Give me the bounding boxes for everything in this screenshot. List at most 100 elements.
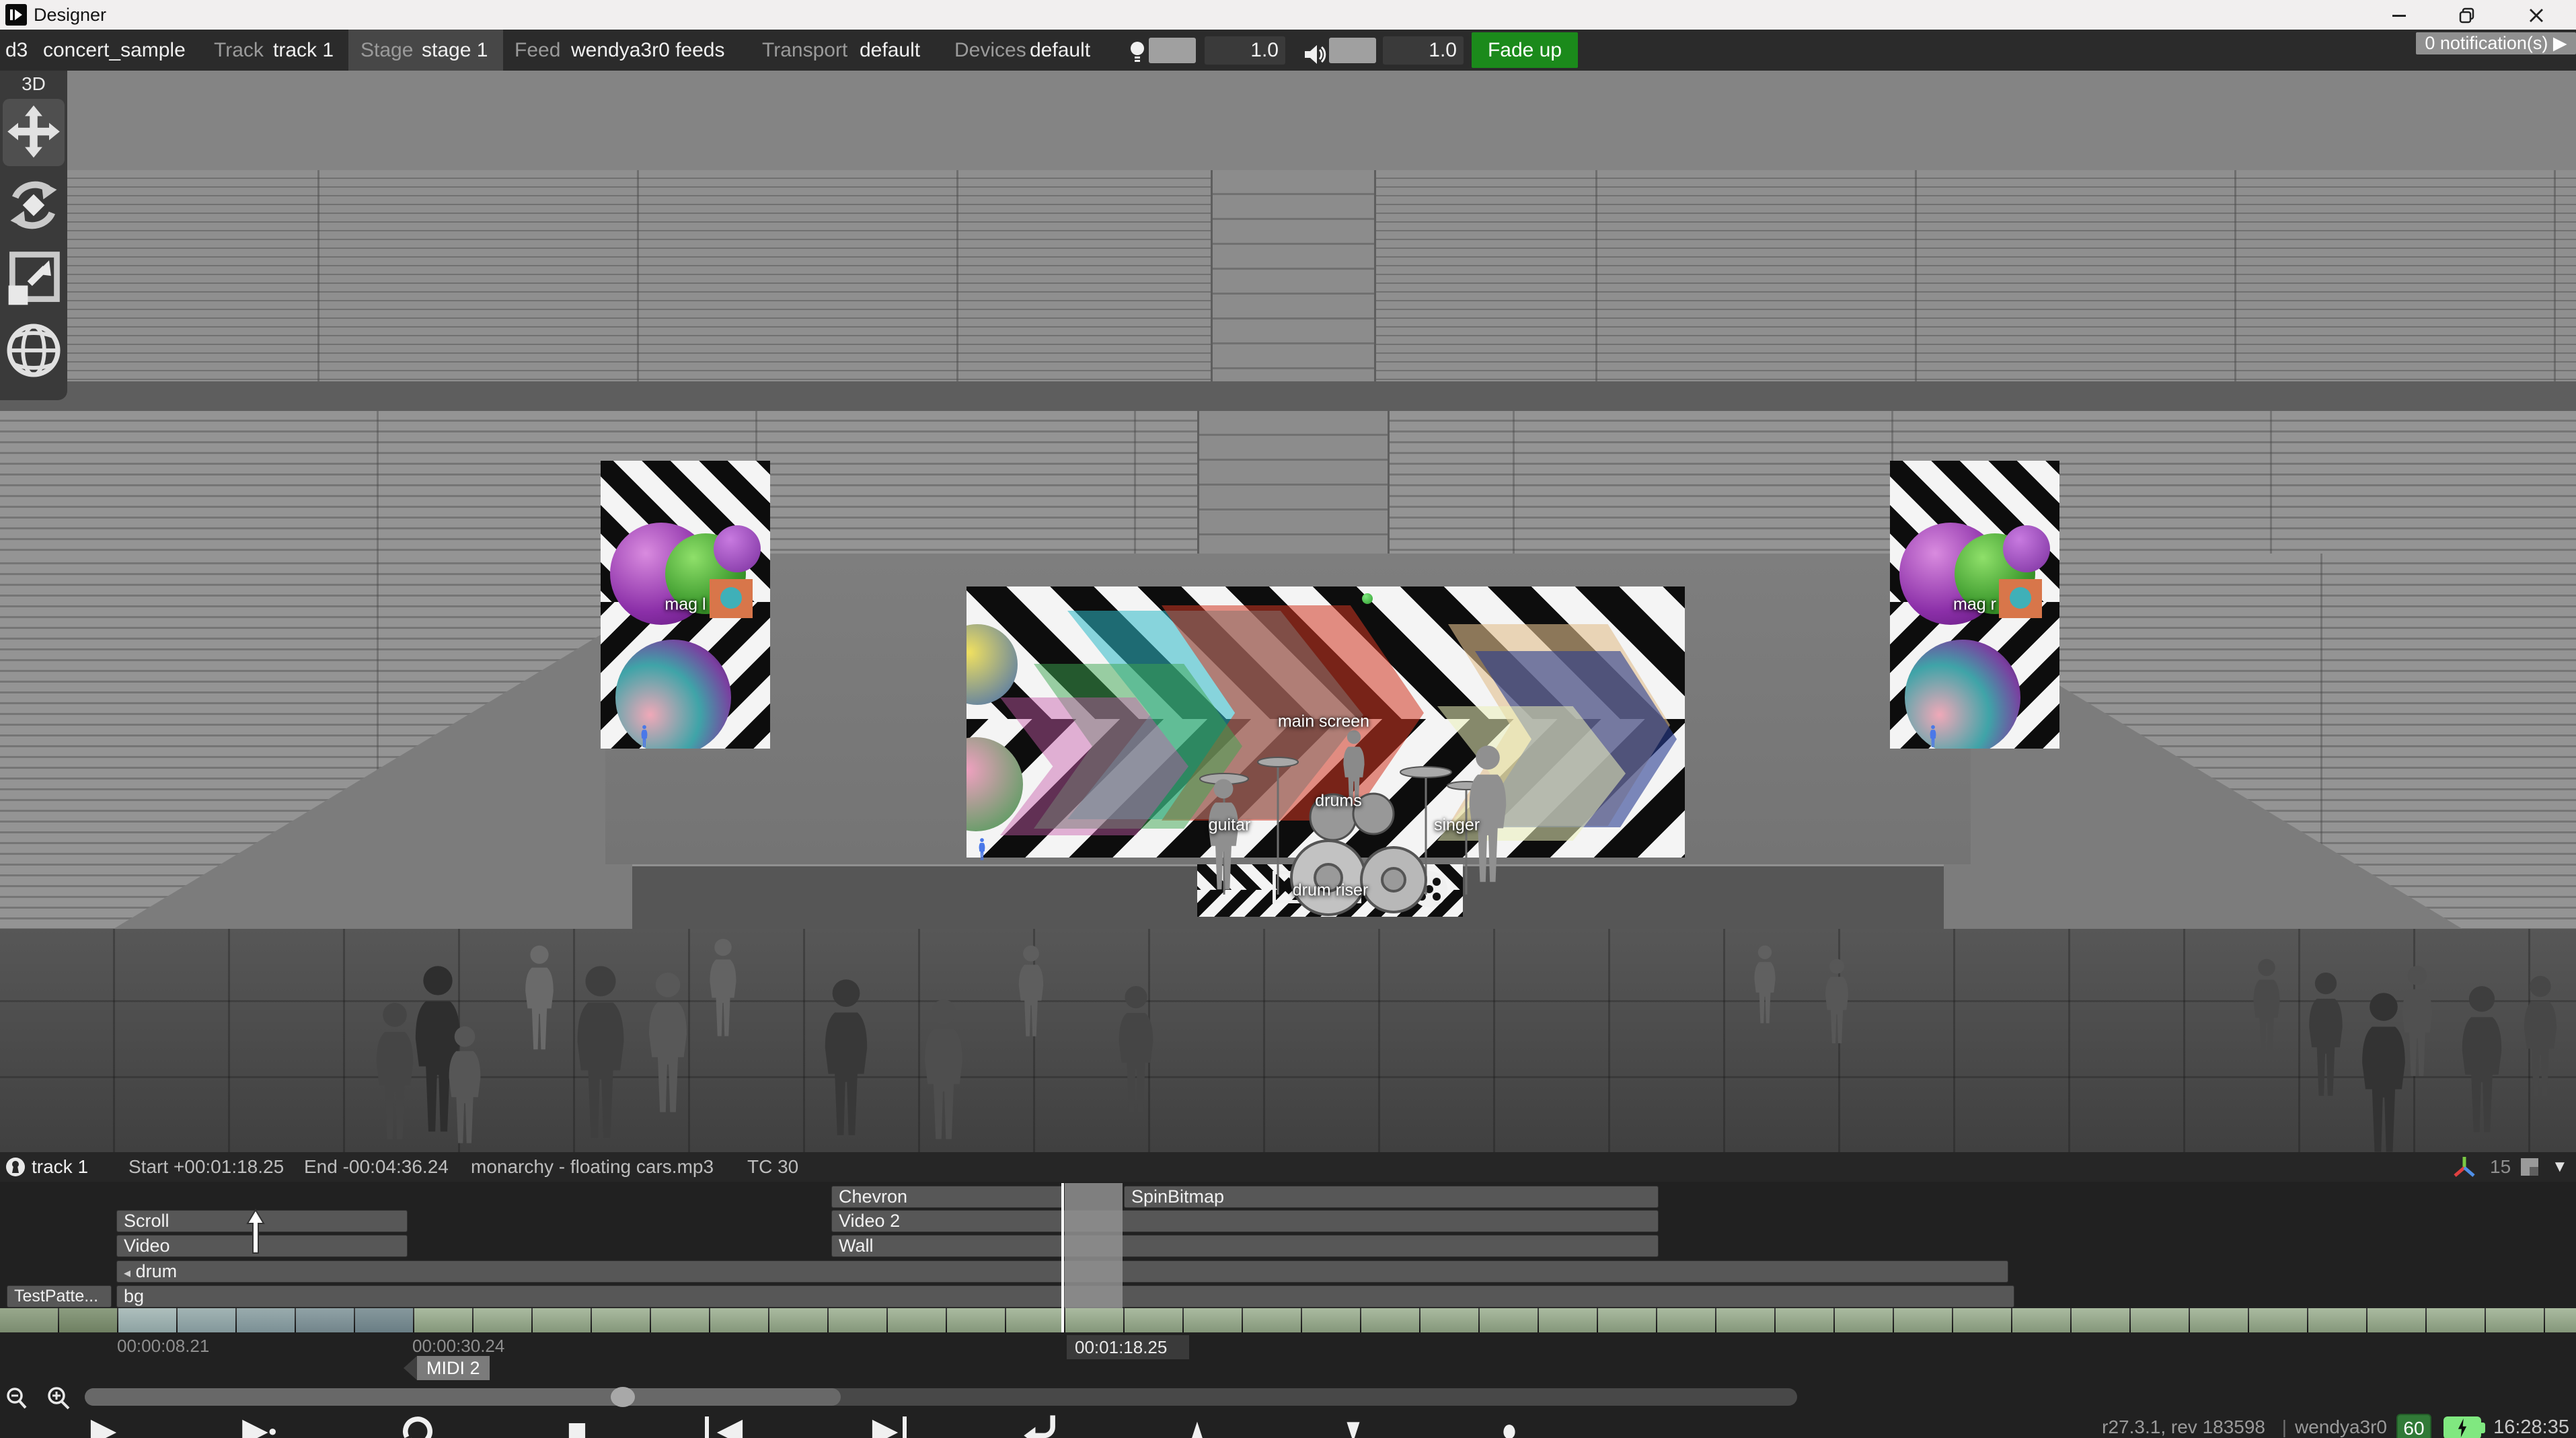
ruler-segment <box>237 1308 295 1332</box>
timeline-scrollbar[interactable] <box>85 1388 1797 1406</box>
test-sphere <box>2003 525 2050 572</box>
midi-tag-label: MIDI 2 <box>417 1356 490 1380</box>
loop-icon <box>398 1411 439 1438</box>
volume-slider[interactable] <box>1329 38 1376 63</box>
fade-up-button[interactable]: Fade up <box>1472 32 1578 68</box>
d3-menu[interactable]: d3 <box>5 30 28 71</box>
brightness-value[interactable]: 1.0 <box>1205 36 1285 65</box>
scale-icon <box>3 244 65 311</box>
timecode-ruler[interactable] <box>0 1308 2576 1332</box>
ruler-tick-label: 00:00:30.24 <box>412 1336 504 1357</box>
venue-ceiling <box>0 71 2576 172</box>
designer-window: Designer d3 concert_sample Track track 1… <box>0 0 2576 1438</box>
test-square <box>710 579 753 618</box>
stage-selector[interactable]: stage 1 <box>422 30 488 71</box>
devices-selector[interactable]: default <box>1030 30 1090 71</box>
mag-r-label: mag r <box>1953 595 1996 615</box>
height-reference-figure <box>639 725 650 748</box>
track-selector[interactable]: track 1 <box>273 30 334 71</box>
layer-block-chevron[interactable]: Chevron <box>831 1186 1063 1208</box>
play-button[interactable]: ▶ <box>77 1411 130 1438</box>
layer-block-spinbitmap[interactable]: SpinBitmap <box>1124 1186 1659 1208</box>
zoom-out-icon[interactable] <box>5 1387 28 1410</box>
feed-label: Feed <box>515 30 560 71</box>
title-bar: Designer <box>0 0 2576 30</box>
detail-tile-icon[interactable] <box>2521 1158 2538 1176</box>
notifications-badge[interactable]: 0 notification(s) ▶ <box>2416 32 2576 54</box>
mag-l-label: mag l <box>665 595 706 615</box>
upper-stairway <box>1211 170 1376 381</box>
brightness-slider[interactable] <box>1149 38 1196 63</box>
globe-tool-button[interactable] <box>3 317 65 384</box>
return-to-start-button[interactable] <box>1014 1411 1068 1438</box>
feed-selector[interactable]: wendya3r0 feeds <box>571 30 725 71</box>
scrollbar-thumb[interactable] <box>611 1387 635 1407</box>
ruler-segment <box>59 1308 117 1332</box>
timeline-panel: Chevron SpinBitmap Scroll Video 2 Video … <box>0 1182 2576 1438</box>
previous-track-button[interactable]: ▲ <box>1180 1411 1215 1438</box>
bar <box>705 1416 709 1438</box>
layer-count: 15 <box>2490 1152 2511 1182</box>
playhead-section-highlight[interactable] <box>1065 1183 1123 1308</box>
track-name[interactable]: track 1 <box>32 1152 88 1182</box>
track-label: Track <box>214 30 264 71</box>
test-sphere <box>1905 640 2020 749</box>
previous-section-button[interactable]: ◀ <box>699 1411 753 1438</box>
d3-logo-icon <box>5 4 27 26</box>
track-bar: track 1 Start +00:01:18.25 End -00:04:36… <box>0 1152 2576 1182</box>
ruler-segment <box>0 1308 58 1332</box>
guitar-label: guitar <box>1209 816 1251 835</box>
clock: 16:28:35 <box>2493 1414 2569 1438</box>
view-mode-label: 3D <box>0 71 67 95</box>
restore-button[interactable] <box>2457 5 2477 26</box>
ruler-segment <box>355 1308 413 1332</box>
return-icon <box>1021 1411 1061 1438</box>
scrollbar-visible-range[interactable] <box>85 1388 841 1406</box>
record-button[interactable]: ● <box>1488 1411 1531 1438</box>
zoom-in-icon[interactable] <box>46 1386 71 1411</box>
charging-bolt-icon <box>2455 1418 2470 1437</box>
singer-label: singer <box>1434 816 1480 835</box>
minimize-icon <box>2389 5 2409 26</box>
track-timecode-format: TC 30 <box>747 1152 798 1182</box>
layer-block-testpattern[interactable]: TestPatte... <box>7 1285 112 1308</box>
minimize-button[interactable] <box>2389 5 2409 26</box>
rotate-tool-button[interactable] <box>3 172 65 239</box>
bar <box>903 1416 907 1438</box>
globe-icon <box>3 317 65 384</box>
test-square <box>1999 579 2042 618</box>
marker-dot <box>1362 593 1373 604</box>
next-track-button[interactable]: ▼ <box>1336 1411 1371 1438</box>
play-section-button[interactable]: ▶● <box>233 1411 287 1438</box>
arena-floor <box>0 929 2576 1152</box>
track-end: End -00:04:36.24 <box>304 1152 449 1182</box>
collapse-timeline-button[interactable]: ▼ <box>2552 1152 2568 1182</box>
machine-name: wendya3r0 <box>2295 1414 2387 1438</box>
midi-tag[interactable]: MIDI 2 <box>404 1356 490 1380</box>
fps-badge: 60 <box>2396 1414 2431 1438</box>
collapse-arrow-icon[interactable]: ◂ <box>124 1266 130 1281</box>
ruler-segment <box>178 1308 235 1332</box>
move-tool-button[interactable] <box>3 99 65 166</box>
section-dot: ● <box>268 1423 277 1438</box>
transport-selector[interactable]: default <box>860 30 920 71</box>
loop-button[interactable] <box>391 1411 445 1438</box>
playhead-line[interactable] <box>1061 1183 1064 1332</box>
height-reference-figure <box>977 838 987 861</box>
devices-label: Devices <box>954 30 1026 71</box>
cursor-arrow-icon <box>246 1209 265 1256</box>
stop-button[interactable]: ■ <box>550 1411 604 1438</box>
project-name[interactable]: concert_sample <box>43 30 186 71</box>
stage-3d-viewport[interactable]: mag l mag r main screen drums guitar sin… <box>0 71 2576 1152</box>
test-sphere <box>615 640 731 749</box>
layer-block-video2[interactable]: Video 2 <box>831 1210 1659 1232</box>
close-button[interactable] <box>2526 5 2546 26</box>
ruler-tick-label: 00:00:08.21 <box>117 1336 209 1357</box>
track-lock-icon[interactable] <box>5 1157 26 1177</box>
transport-label: Transport <box>762 30 847 71</box>
next-section-button[interactable]: ▶ <box>858 1411 912 1438</box>
volume-value[interactable]: 1.0 <box>1383 36 1464 65</box>
scale-tool-button[interactable] <box>3 244 65 311</box>
move-icon <box>3 99 65 166</box>
layer-block-wall[interactable]: Wall <box>831 1235 1659 1257</box>
